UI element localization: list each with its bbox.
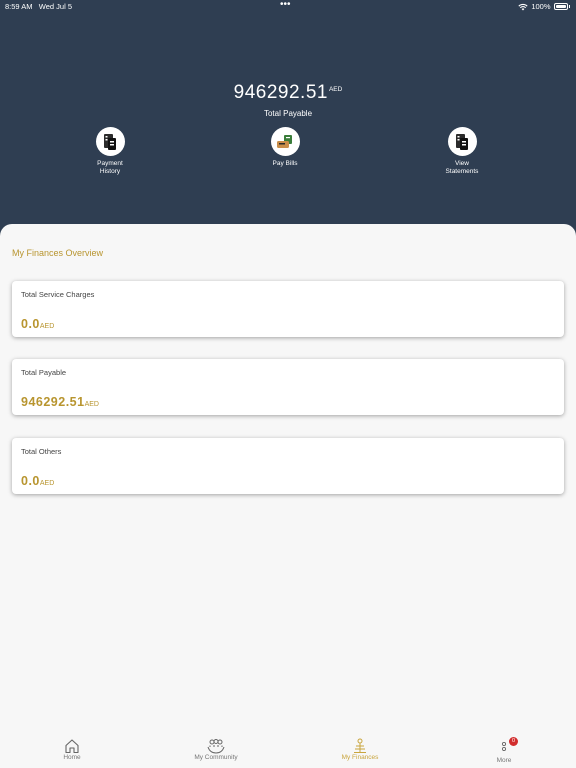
pay-bills-label: Pay Bills (272, 160, 298, 167)
view-statements-button[interactable]: View Statements (422, 127, 502, 176)
status-bar: 8:59 AM Wed Jul 5 ••• 100% (0, 0, 576, 14)
total-payable-amount: 946292.51AED (0, 82, 576, 104)
card-currency: AED (39, 480, 55, 487)
total-amount-currency: AED (328, 86, 343, 93)
total-amount-value: 946292.51 (233, 82, 328, 103)
total-payable-label: Total Payable (263, 109, 313, 118)
card-currency: AED (39, 323, 55, 330)
more-badge: 0 (509, 737, 518, 746)
total-others-card[interactable]: Total Others 0.0AED (12, 438, 564, 494)
overview-title: My Finances Overview (12, 248, 104, 258)
card-title: Total Others (21, 447, 62, 456)
tab-my-community-label: My Community (194, 754, 238, 761)
bottom-tab-bar: Home My Community My Finances 0 More (0, 732, 576, 768)
card-amount: 946292.51 (21, 395, 85, 409)
finances-header: 8:59 AM Wed Jul 5 ••• 100% 946292.51AED … (0, 0, 576, 240)
card-value: 946292.51AED (21, 393, 99, 411)
service-charges-card[interactable]: Total Service Charges 0.0AED (12, 281, 564, 337)
battery-percent: 100% (531, 2, 551, 11)
total-payable-card[interactable]: Total Payable 946292.51AED (12, 359, 564, 415)
pay-bills-icon (277, 134, 292, 148)
payment-history-label-2: History (99, 168, 121, 175)
home-icon (65, 738, 79, 753)
card-value: 0.0AED (21, 315, 54, 333)
card-currency: AED (84, 401, 99, 408)
card-title: Total Service Charges (21, 290, 95, 299)
card-value: 0.0AED (21, 472, 54, 490)
status-time: 8:59 AM (5, 2, 33, 11)
tab-more[interactable]: 0 More (459, 737, 549, 764)
status-date: Wed Jul 5 (38, 2, 73, 11)
multitasking-dots[interactable]: ••• (280, 0, 291, 10)
community-icon (207, 738, 225, 754)
finances-icon (354, 738, 366, 753)
view-statements-label-2: Statements (445, 168, 479, 175)
tab-my-finances-label: My Finances (341, 754, 379, 761)
wifi-icon (518, 3, 528, 10)
battery-icon (553, 3, 568, 10)
tab-more-label: More (496, 757, 512, 764)
payment-history-icon (104, 133, 116, 150)
card-title: Total Payable (21, 368, 67, 377)
view-statements-label-1: View (455, 160, 469, 167)
tab-my-finances[interactable]: My Finances (315, 737, 405, 761)
tab-my-community[interactable]: My Community (171, 737, 261, 761)
tab-home-label: Home (63, 754, 81, 761)
pay-bills-button[interactable]: Pay Bills (245, 127, 325, 168)
card-amount: 0.0 (21, 317, 40, 331)
view-statements-icon (456, 133, 468, 150)
card-amount: 0.0 (21, 474, 40, 488)
tab-home[interactable]: Home (27, 737, 117, 761)
finances-overview-panel: My Finances Overview Total Service Charg… (0, 224, 576, 732)
more-icon (501, 741, 507, 755)
payment-history-button[interactable]: Payment History (70, 127, 150, 176)
payment-history-label-1: Payment (97, 160, 123, 167)
